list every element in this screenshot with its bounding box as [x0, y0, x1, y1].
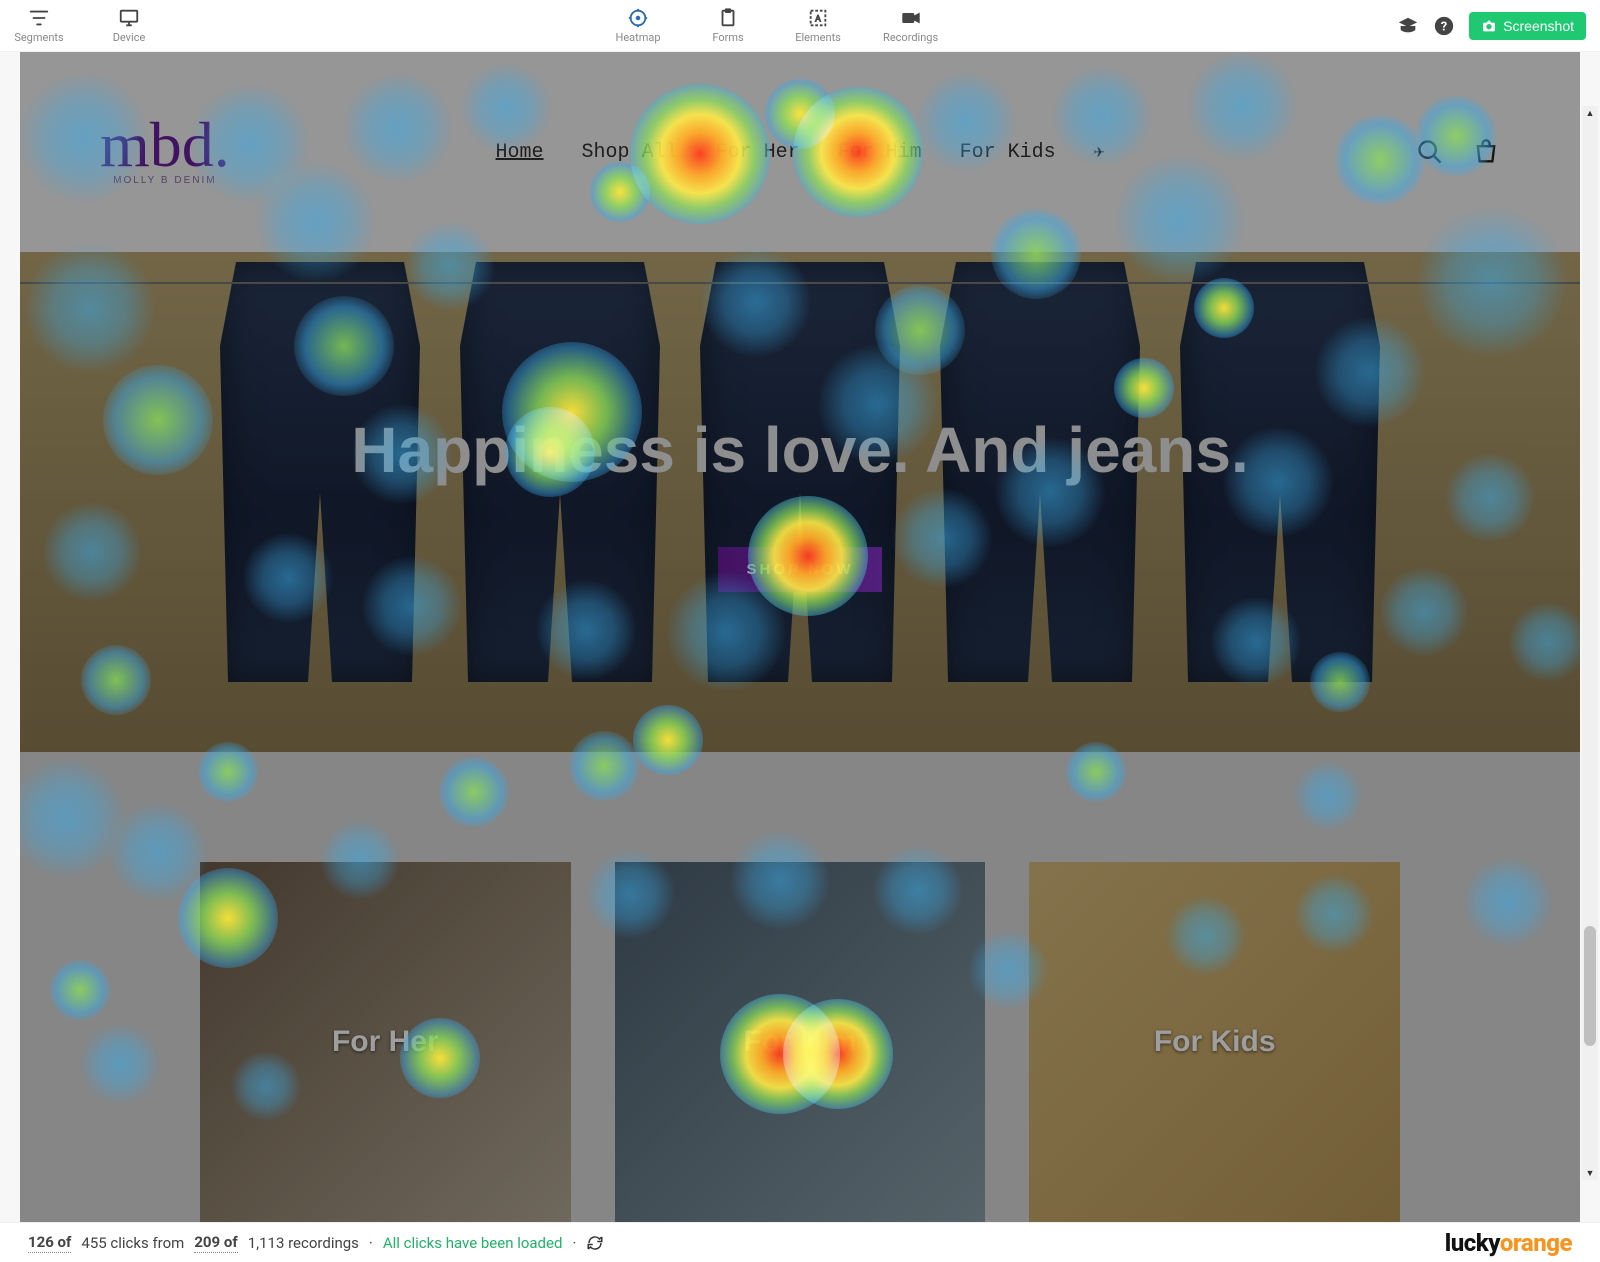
tile-for-him-label: For Him	[743, 1025, 856, 1059]
viewport-scrollbar[interactable]: ▲ ▼	[1582, 106, 1598, 1180]
nav-for-kids[interactable]: For Kids	[960, 141, 1056, 164]
tile-for-her-label: For Her	[332, 1025, 439, 1059]
nav-for-her[interactable]: For Her	[716, 141, 800, 164]
scroll-down-icon[interactable]: ▼	[1582, 1166, 1598, 1180]
site-header-icons	[1416, 138, 1500, 166]
search-icon[interactable]	[1416, 138, 1444, 166]
clicks-shown[interactable]: 126 of	[28, 1233, 71, 1253]
logo-text: mbd.	[100, 119, 230, 170]
video-icon	[900, 7, 922, 29]
site-nav: Home Shop All For Her For Him For Kids ✈	[496, 141, 1105, 164]
segments-label: Segments	[14, 31, 63, 44]
tab-elements[interactable]: A Elements	[793, 7, 843, 44]
brand-part-a: lucky	[1445, 1229, 1500, 1257]
toolbar-right-group: ? Screenshot	[1397, 12, 1586, 40]
nav-shop-all[interactable]: Shop All	[582, 141, 678, 164]
toolbar-center-group: Heatmap Forms A Elements Recordings	[613, 7, 938, 44]
device-label: Device	[113, 31, 146, 44]
nav-for-him[interactable]: For Him	[838, 141, 922, 164]
tab-forms-label: Forms	[712, 31, 743, 44]
heatmap-viewport: mbd. MOLLY B DENIM Home Shop All For Her…	[0, 52, 1600, 1222]
hero-section: Happiness is love. And jeans. SHOP NOW	[20, 252, 1580, 752]
segments-button[interactable]: Segments	[14, 7, 64, 44]
svg-text:?: ?	[1441, 19, 1447, 34]
status-bar: 126 of 455 clicks from 209 of 1,113 reco…	[0, 1222, 1600, 1262]
sep1: ·	[369, 1234, 373, 1252]
recs-total: 1,113 recordings	[248, 1234, 359, 1252]
recs-shown[interactable]: 209 of	[194, 1233, 237, 1253]
filter-icon	[28, 7, 50, 29]
site-logo[interactable]: mbd. MOLLY B DENIM	[100, 119, 230, 184]
help-icon[interactable]: ?	[1433, 15, 1455, 37]
nav-home[interactable]: Home	[496, 141, 544, 164]
tile-for-her[interactable]: For Her	[200, 862, 571, 1222]
clothesline-decor	[20, 282, 1580, 284]
tab-forms[interactable]: Forms	[703, 7, 753, 44]
category-section: For Her For Him For Kids	[20, 752, 1580, 1222]
scroll-up-icon[interactable]: ▲	[1582, 106, 1598, 120]
app-toolbar: Segments Device Heatmap Forms A Elements…	[0, 0, 1600, 52]
cart-icon[interactable]	[1472, 138, 1500, 166]
toolbar-left-group: Segments Device	[14, 7, 154, 44]
tab-heatmap[interactable]: Heatmap	[613, 7, 663, 44]
shop-now-button[interactable]: SHOP NOW	[718, 547, 881, 592]
clicks-total: 455 clicks from	[81, 1234, 184, 1252]
tab-elements-label: Elements	[795, 31, 841, 44]
tile-for-him[interactable]: For Him	[615, 862, 986, 1222]
monitor-icon	[118, 7, 140, 29]
load-status: All clicks have been loaded	[383, 1234, 563, 1252]
screenshot-label: Screenshot	[1503, 18, 1574, 34]
svg-text:A: A	[815, 15, 821, 25]
nav-airplane[interactable]: ✈	[1094, 141, 1105, 164]
scrollbar-thumb[interactable]	[1584, 926, 1596, 1046]
logo-subtext: MOLLY B DENIM	[113, 177, 216, 185]
captured-site[interactable]: mbd. MOLLY B DENIM Home Shop All For Her…	[20, 52, 1580, 1222]
sep2: ·	[572, 1234, 576, 1252]
screenshot-button[interactable]: Screenshot	[1469, 12, 1586, 40]
clipboard-icon	[717, 7, 739, 29]
hero-title: Happiness is love. And jeans.	[311, 413, 1288, 487]
bounding-box-icon: A	[807, 7, 829, 29]
tile-for-kids[interactable]: For Kids	[1029, 862, 1400, 1222]
status-text: 126 of 455 clicks from 209 of 1,113 reco…	[28, 1233, 604, 1253]
tab-recordings-label: Recordings	[883, 31, 938, 44]
camera-icon	[1481, 18, 1497, 34]
target-icon	[627, 7, 649, 29]
tab-recordings[interactable]: Recordings	[883, 7, 938, 44]
refresh-icon[interactable]	[586, 1234, 604, 1252]
site-header: mbd. MOLLY B DENIM Home Shop All For Her…	[20, 52, 1580, 252]
device-button[interactable]: Device	[104, 7, 154, 44]
brand-logo[interactable]: luckyorange	[1445, 1229, 1572, 1257]
tile-for-kids-label: For Kids	[1154, 1025, 1276, 1059]
academy-icon[interactable]	[1397, 15, 1419, 37]
brand-part-b: orange	[1500, 1229, 1572, 1257]
tab-heatmap-label: Heatmap	[616, 31, 661, 44]
